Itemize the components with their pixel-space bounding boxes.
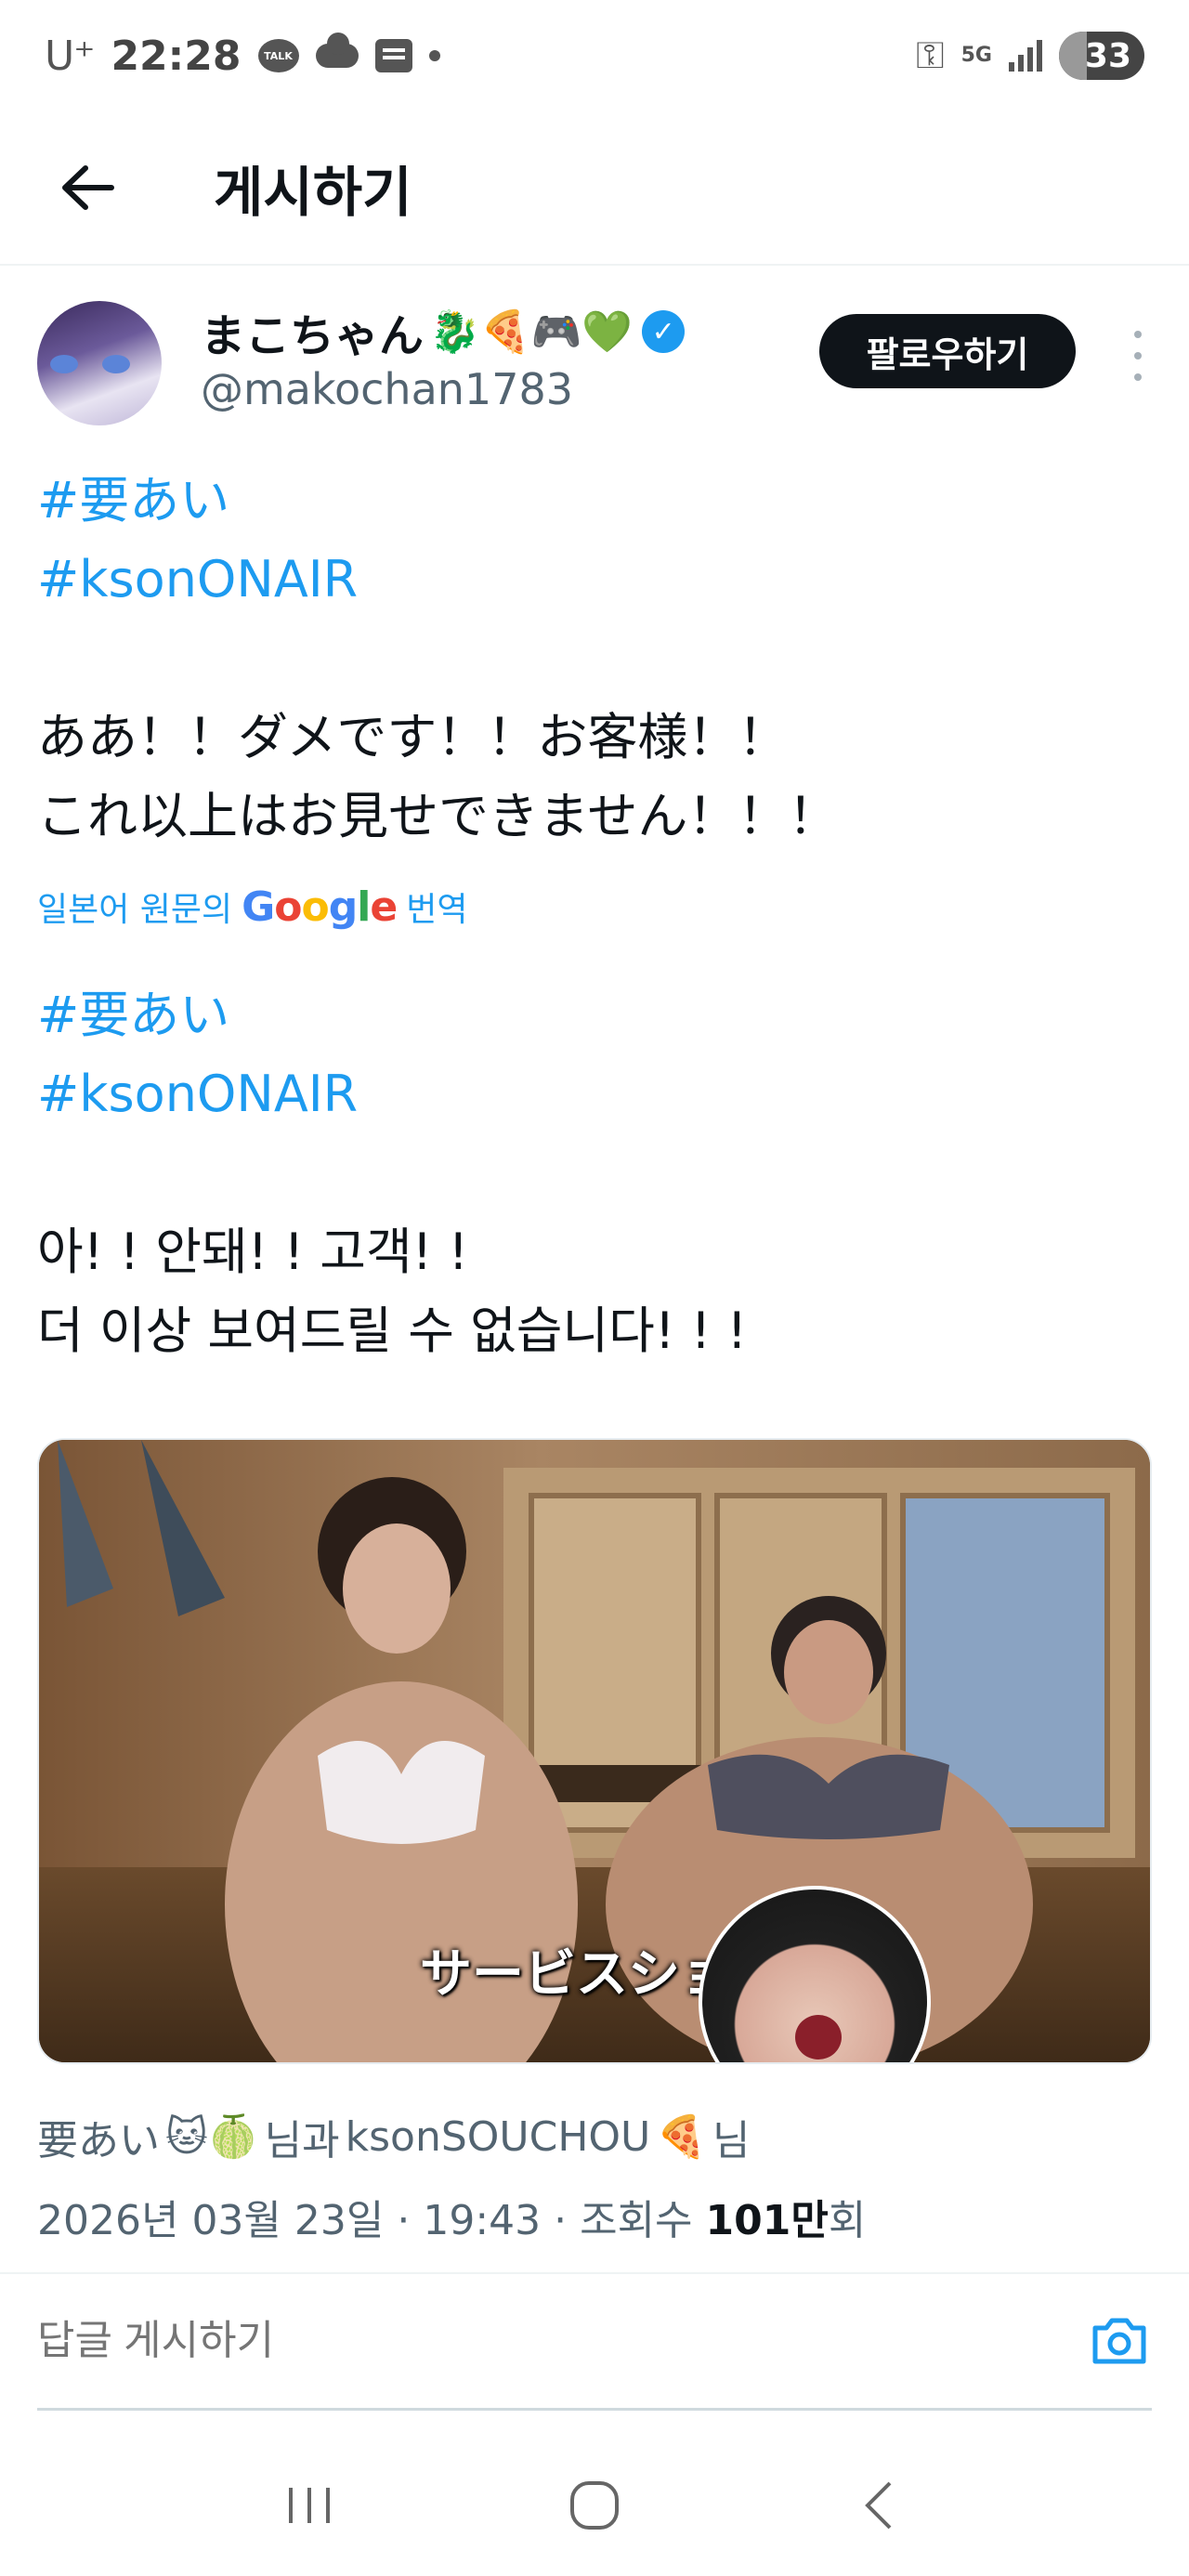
page-title: 게시하기 <box>214 161 412 224</box>
view-count-suffix: 회 <box>828 2197 867 2244</box>
tagged-user-emojis: 🍕 <box>656 2113 708 2161</box>
follow-button[interactable]: 팔로우하기 <box>819 314 1076 388</box>
back-chevron-icon <box>864 2481 892 2529</box>
translated-text-line: 아! ! 안돼! ! 고객! ! <box>37 1223 469 1281</box>
add-photo-button[interactable] <box>1087 2308 1152 2373</box>
back-arrow-icon <box>62 165 114 210</box>
post-media-video[interactable]: サービスショ <box>37 1438 1152 2064</box>
hashtag-link[interactable]: #要あい <box>37 461 1152 540</box>
verified-badge-icon: ✓ <box>642 310 686 353</box>
post-metadata: 2026년 03월 23일 · 19:43 · 조회수 101만회 <box>37 2187 866 2246</box>
line-spacer <box>37 1133 1152 1212</box>
clock: 22:28 <box>111 32 242 80</box>
more-dot-icon <box>1134 373 1142 382</box>
notification-app-icon <box>374 39 412 72</box>
carrier-label: U⁺ <box>45 32 95 80</box>
tagged-users[interactable]: 要あい 🐱🍈 님과 ksonSOUCHOU 🍕 님 <box>37 2107 751 2166</box>
battery-level-fill <box>1059 32 1088 80</box>
vpn-key-icon: ⚿ <box>916 34 945 77</box>
post-author: まこちゃん 🐉🍕🎮💚 ✓ @makochan1783 팔로우하기 <box>37 295 1152 435</box>
battery-percent: 33 <box>1084 36 1131 75</box>
post-body: #要あい #ksonONAIR ああ！！ダメです！！お客様！！ これ以上はお見せ… <box>37 461 1152 856</box>
system-navigation-bar <box>0 2434 1189 2576</box>
author-display-name[interactable]: まこちゃん 🐉🍕🎮💚 ✓ <box>201 299 686 364</box>
line-spacer <box>37 619 1152 698</box>
tagged-user-emojis: 🐱🍈 <box>165 2113 259 2161</box>
avatar-eye-right <box>102 355 130 373</box>
more-notifications-dot-icon <box>428 50 440 61</box>
system-back-button[interactable] <box>838 2464 921 2547</box>
hashtag-link[interactable]: #ksonONAIR <box>37 540 1152 619</box>
tagged-joiner: 님과 <box>264 2117 340 2164</box>
google-logo: Google <box>242 883 398 931</box>
avatar[interactable] <box>37 301 162 425</box>
more-options-button[interactable] <box>1124 323 1152 388</box>
hashtag-link[interactable]: #ksonONAIR <box>37 1054 1152 1133</box>
home-button[interactable] <box>553 2464 636 2547</box>
back-button[interactable] <box>41 141 134 234</box>
reply-composer <box>0 2276 1189 2406</box>
author-handle[interactable]: @makochan1783 <box>201 364 573 414</box>
reply-underline <box>37 2408 1152 2411</box>
network-type-icon: 5G <box>960 44 992 67</box>
kakaotalk-icon: TALK <box>257 39 299 72</box>
reply-input[interactable] <box>37 2318 1087 2364</box>
avatar-eye-left <box>50 355 78 373</box>
hashtag-link[interactable]: #要あい <box>37 975 1152 1054</box>
more-dot-icon <box>1134 351 1142 360</box>
tagged-suffix: 님 <box>712 2117 751 2164</box>
cloud-icon <box>315 33 359 68</box>
top-app-bar: 게시하기 <box>0 111 1189 266</box>
home-icon <box>569 2480 619 2530</box>
tagged-user-name: ksonSOUCHOU <box>345 2112 651 2161</box>
divider <box>0 2272 1189 2274</box>
translated-text-line: 더 이상 보여드릴 수 없습니다! ! ! <box>37 1301 748 1360</box>
signal-strength-icon <box>1009 40 1042 72</box>
translate-suffix: 번역 <box>406 891 468 929</box>
video-caption: サービスショ <box>420 1944 732 2005</box>
translation-attribution[interactable]: 일본어 원문의 Google 번역 <box>37 883 467 931</box>
translate-prefix: 일본어 원문의 <box>37 891 233 929</box>
view-count[interactable]: 101만 <box>706 2197 829 2244</box>
post-text-line: ああ！！ダメです！！お客様！！ <box>37 708 789 766</box>
recent-apps-icon <box>289 2487 331 2523</box>
post-timestamp: 2026년 03월 23일 · 19:43 · 조회수 <box>37 2197 693 2244</box>
reaction-mouth <box>795 2015 842 2059</box>
camera-icon <box>1092 2318 1146 2364</box>
translated-post-body: #要あい #ksonONAIR 아! ! 안돼! ! 고객! ! 더 이상 보여… <box>37 975 1152 1370</box>
post-text-line: これ以上はお見せできません！！！ <box>37 787 839 845</box>
tagged-user-name: 要あい <box>37 2117 160 2164</box>
author-name-emojis: 🐉🍕🎮💚 <box>429 308 634 356</box>
battery-indicator: 33 <box>1059 32 1144 80</box>
more-dot-icon <box>1134 330 1142 338</box>
recent-apps-button[interactable] <box>268 2464 351 2547</box>
author-name-text: まこちゃん <box>201 310 425 362</box>
status-bar: U⁺ 22:28 TALK ⚿ 5G 33 <box>0 0 1189 111</box>
